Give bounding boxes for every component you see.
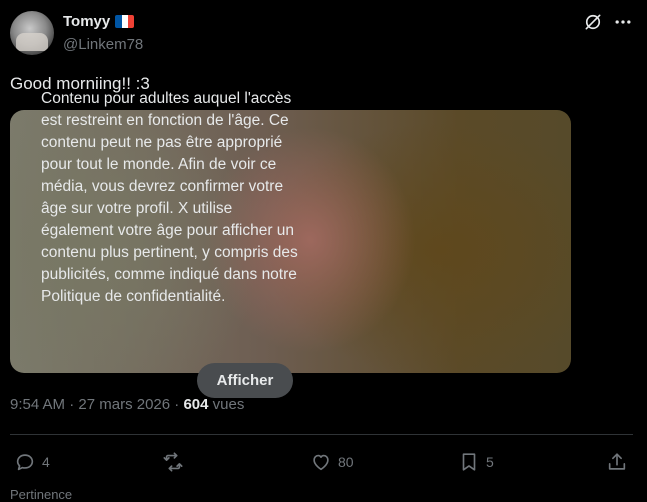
meta-separator: · (69, 396, 75, 413)
retweet-icon (163, 452, 183, 472)
tweet-time[interactable]: 9:54 AM (10, 396, 65, 413)
avatar[interactable] (10, 11, 54, 55)
author-name-row[interactable]: Tomyy (63, 13, 135, 30)
tweet-date[interactable]: 27 mars 2026 (78, 396, 170, 413)
france-flag-icon (115, 15, 135, 28)
reply-icon (16, 454, 34, 471)
meta-separator: · (174, 396, 180, 413)
share-icon (608, 453, 626, 470)
views-count: 604 (183, 396, 209, 413)
reply-count: 4 (42, 454, 50, 470)
bookmark-count: 5 (486, 454, 494, 470)
more-icon[interactable] (613, 12, 633, 32)
like-button[interactable]: 80 (310, 450, 354, 474)
heart-icon (313, 454, 329, 471)
tweet-meta: 9:54 AM · 27 mars 2026 · 604 vues (10, 396, 244, 413)
retweet-button[interactable] (162, 450, 190, 474)
author-handle[interactable]: @Linkem78 (63, 36, 143, 53)
divider (10, 434, 633, 435)
show-media-button[interactable]: Afficher (197, 363, 293, 398)
like-count: 80 (338, 454, 354, 470)
reply-button[interactable]: 4 (14, 450, 50, 474)
bookmark-icon (462, 453, 476, 471)
share-button[interactable] (606, 450, 628, 474)
grok-icon[interactable] (583, 12, 603, 32)
age-restriction-warning: Contenu pour adultes auquel l'accès est … (41, 90, 298, 305)
author-name[interactable]: Tomyy (63, 13, 110, 30)
views-label: vues (212, 396, 245, 413)
bookmark-button[interactable]: 5 (458, 450, 494, 474)
